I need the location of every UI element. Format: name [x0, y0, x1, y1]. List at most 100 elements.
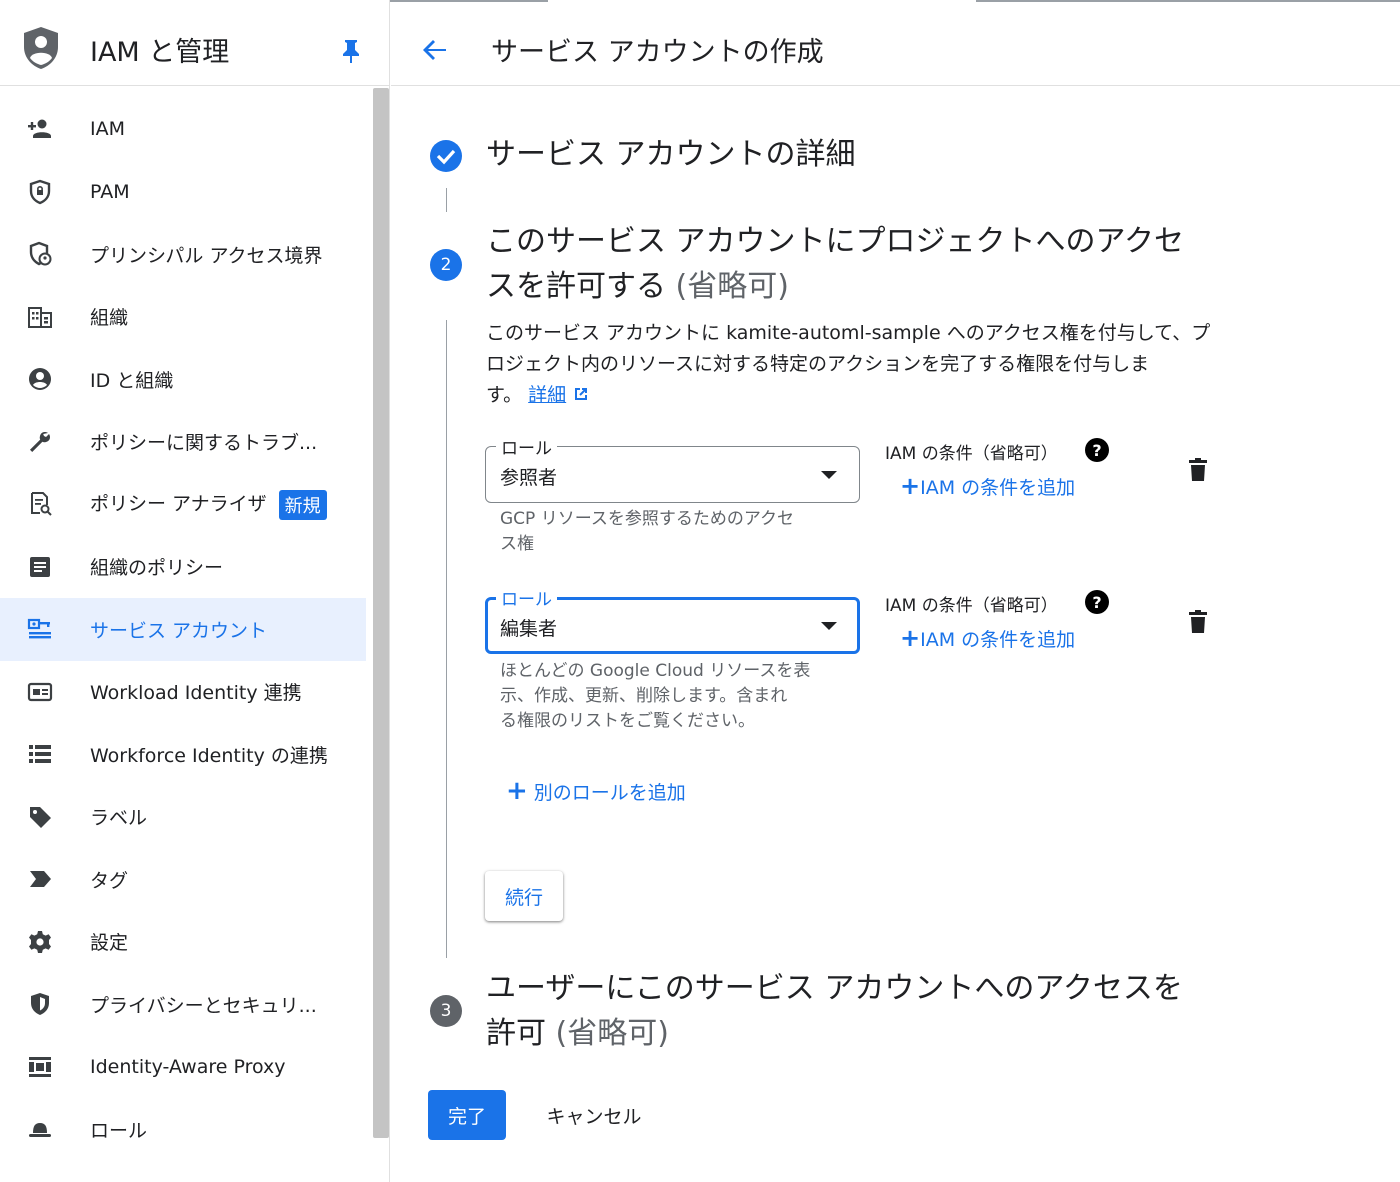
label-tag-icon: [26, 803, 54, 831]
sidebar: IAM と管理 IAM PAM プリンシパル アクセス境界 組織 ID と組織 …: [0, 0, 390, 1182]
sidebar-item-privacy-security[interactable]: プライバシーとセキュリ...: [0, 973, 366, 1036]
description-line: このサービス アカウントに kamite-automl-sample へのアクセ…: [486, 322, 1211, 344]
sidebar-scrollbar[interactable]: [373, 88, 389, 1138]
new-badge: 新規: [278, 489, 327, 520]
sidebar-item-organization-policies[interactable]: 組織のポリシー: [0, 536, 366, 599]
sidebar-item-iam[interactable]: IAM: [0, 98, 366, 161]
service-account-icon: [26, 615, 54, 643]
sidebar-item-label: Workforce Identity の連携: [90, 744, 328, 767]
sidebar-item-roles[interactable]: ロール: [0, 1098, 366, 1161]
add-another-role-button[interactable]: + 別のロールを追加: [506, 776, 686, 806]
sidebar-item-settings[interactable]: 設定: [0, 911, 366, 974]
page-header: サービス アカウントの作成: [391, 8, 1400, 86]
account-circle-icon: [26, 365, 54, 393]
sidebar-item-label: IAM: [90, 118, 125, 141]
sidebar-item-label: ポリシーに関するトラブ...: [90, 432, 318, 455]
cancel-button[interactable]: キャンセル: [530, 1090, 658, 1140]
role-select[interactable]: ロール 編集者: [485, 585, 860, 654]
step3-title-line2[interactable]: 許可 (省略可): [486, 1011, 669, 1056]
sidebar-item-service-accounts[interactable]: サービス アカウント: [0, 598, 366, 661]
back-arrow-icon[interactable]: [419, 34, 451, 66]
details-link[interactable]: 詳細: [528, 384, 566, 406]
sidebar-item-workload-identity[interactable]: Workload Identity 連携: [0, 661, 366, 724]
role-select-value: 参照者: [500, 467, 558, 489]
role-description-line: ス権: [500, 534, 534, 554]
step2-optional: (省略可): [675, 269, 789, 304]
sidebar-item-label: プライバシーとセキュリ...: [90, 994, 317, 1017]
continue-button[interactable]: 続行: [485, 871, 563, 921]
add-iam-condition-label: IAM の条件を追加: [920, 629, 1076, 651]
person-add-icon: [26, 115, 54, 143]
open-in-new-icon[interactable]: [572, 385, 590, 403]
add-iam-condition-button[interactable]: +IAM の条件を追加: [900, 472, 1075, 500]
role-description-line: 示、作成、更新、削除します。含まれ: [500, 686, 788, 706]
sidebar-item-label: プリンシパル アクセス境界: [90, 244, 323, 267]
sidebar-item-label: ポリシー アナライザ 新規: [90, 489, 327, 520]
description-line: す。 詳細: [486, 380, 1246, 411]
hat-icon: [26, 1115, 54, 1143]
help-icon[interactable]: ?: [1085, 438, 1109, 462]
step3-number: 3: [430, 995, 462, 1027]
sidebar-item-label: Workload Identity 連携: [90, 682, 302, 705]
help-icon[interactable]: ?: [1085, 590, 1109, 614]
delete-trash-icon[interactable]: [1186, 457, 1210, 483]
sidebar-item-id-and-organization[interactable]: ID と組織: [0, 348, 366, 411]
add-iam-condition-button[interactable]: +IAM の条件を追加: [900, 624, 1075, 652]
shield-lock-icon: [26, 178, 54, 206]
sidebar-item-text: ポリシー アナライザ: [90, 493, 267, 515]
role-description-line: る権限のリストをご覧ください。: [500, 711, 755, 731]
article-icon: [26, 553, 54, 581]
step3-title-line1[interactable]: ユーザーにこのサービス アカウントへのアクセスを: [486, 966, 1183, 1011]
sidebar-item-identity-aware-proxy[interactable]: Identity-Aware Proxy: [0, 1036, 366, 1099]
role-description: ほとんどの Google Cloud リソースを表 示、作成、更新、削除します。…: [500, 659, 840, 734]
iam-condition-label: IAM の条件（省略可）: [885, 596, 1058, 616]
sidebar-item-label: ラベル: [90, 807, 148, 830]
sidebar-title: IAM と管理: [90, 37, 230, 68]
tag-arrow-icon: [26, 865, 54, 893]
sidebar-item-label: Identity-Aware Proxy: [90, 1055, 286, 1078]
step2-description: このサービス アカウントに kamite-automl-sample へのアクセ…: [486, 318, 1246, 411]
step2-title-text: スを許可する: [486, 269, 666, 304]
sidebar-item-label: 設定: [90, 932, 129, 955]
sidebar-item-label: ID と組織: [90, 369, 174, 392]
sidebar-item-labels[interactable]: ラベル: [0, 786, 366, 849]
step1-title[interactable]: サービス アカウントの詳細: [486, 132, 856, 177]
step-connector: [446, 188, 447, 212]
role-select-value: 編集者: [500, 618, 558, 640]
sidebar-item-label: タグ: [90, 869, 129, 892]
delete-trash-icon[interactable]: [1186, 609, 1210, 635]
role-select[interactable]: ロール 参照者: [485, 434, 860, 503]
pin-icon[interactable]: [340, 38, 362, 64]
wrench-icon: [26, 428, 54, 456]
description-line: ロジェクト内のリソースに対する特定のアクションを完了する権限を付与しま: [486, 353, 1150, 375]
description-text: す。: [486, 384, 523, 406]
iam-condition-label: IAM の条件（省略可）: [885, 444, 1058, 464]
sidebar-item-policy-troubleshooter[interactable]: ポリシーに関するトラブ...: [0, 411, 366, 474]
sidebar-item-workforce-identity[interactable]: Workforce Identity の連携: [0, 723, 366, 786]
proxy-icon: [26, 1053, 54, 1081]
list-icon: [26, 740, 54, 768]
sidebar-item-policy-analyzer[interactable]: ポリシー アナライザ 新規: [0, 473, 366, 536]
step-connector: [446, 320, 447, 958]
sidebar-item-label: 組織のポリシー: [90, 557, 224, 580]
sidebar-item-label: ロール: [90, 1119, 148, 1142]
id-card-icon: [26, 678, 54, 706]
role-select-label: ロール: [496, 585, 557, 610]
sidebar-item-organization[interactable]: 組織: [0, 286, 366, 349]
role-description: GCP リソースを参照するためのアクセ ス権: [500, 507, 840, 557]
step2-number: 2: [430, 249, 462, 281]
sidebar-item-label: サービス アカウント: [90, 619, 268, 642]
add-iam-condition-label: IAM の条件を追加: [920, 477, 1076, 499]
sidebar-item-tags[interactable]: タグ: [0, 848, 366, 911]
security-shield-icon: [26, 990, 54, 1018]
sidebar-item-principal-access-boundary[interactable]: プリンシパル アクセス境界: [0, 223, 366, 286]
dropdown-arrow-icon: [821, 471, 837, 479]
add-another-role-label: 別のロールを追加: [533, 782, 686, 804]
browser-tab-indicator: [976, 0, 1400, 2]
policy-analyzer-icon: [26, 490, 54, 518]
sidebar-item-pam[interactable]: PAM: [0, 161, 366, 224]
sidebar-header: IAM と管理: [0, 8, 390, 86]
role-select-label: ロール: [496, 434, 557, 459]
done-button[interactable]: 完了: [428, 1090, 506, 1140]
shield-person-icon: [26, 240, 54, 268]
